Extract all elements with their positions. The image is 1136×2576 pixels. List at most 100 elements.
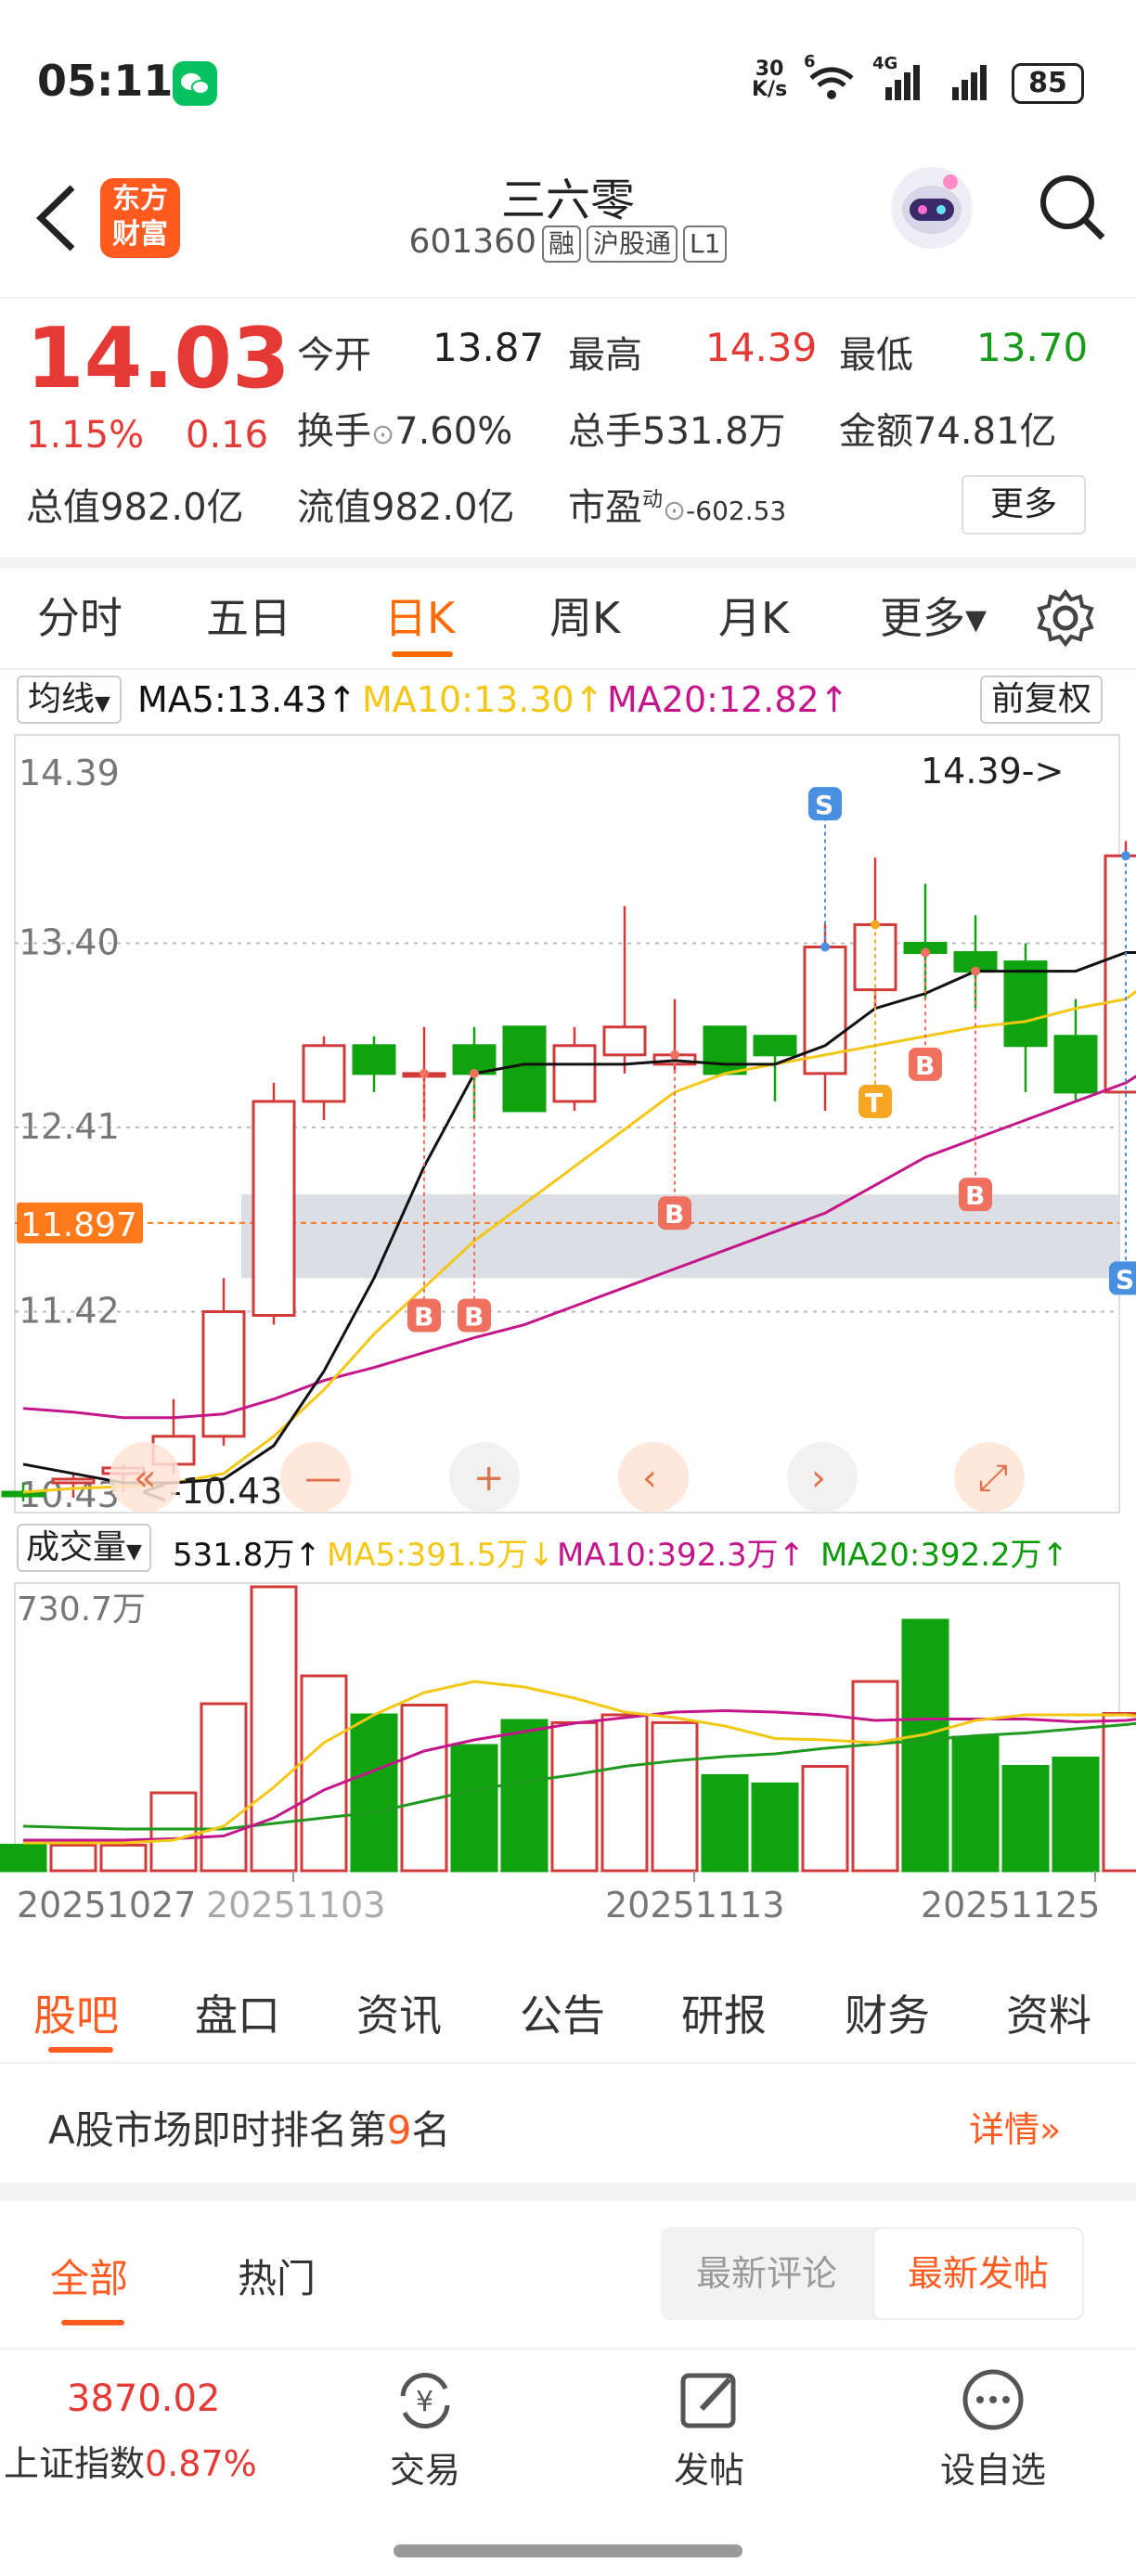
battery-icon: 85 — [1012, 63, 1084, 104]
search-icon[interactable] — [1036, 171, 1110, 249]
more-button[interactable]: 更多 — [962, 475, 1086, 535]
rank-prefix: A股市场即时排名第 — [48, 2107, 387, 2153]
signal-dot — [670, 1050, 679, 1060]
pe-value: -602.53 — [686, 496, 787, 526]
rank-detail-label: 详情 — [969, 2109, 1040, 2150]
low-value: 13.70 — [976, 325, 1089, 370]
amount-value: 74.81亿 — [913, 410, 1057, 453]
signal-label-B: B — [414, 1302, 433, 1333]
settings-gear-icon[interactable] — [1036, 588, 1095, 651]
float-label: 流值 — [297, 486, 371, 529]
rank-number: 9 — [386, 2107, 412, 2153]
nav-watchlist[interactable]: 设自选 — [937, 2368, 1049, 2492]
tag-level: L1 — [683, 225, 728, 263]
max-price-label: 14.39-> — [921, 751, 1064, 792]
volume-legend-row: 成交量▼ 531.8万↑ MA5:391.5万↓ MA10:392.3万↑ MA… — [0, 1520, 1136, 1578]
scroll-left-fast-button-glyph: « — [134, 1457, 156, 1500]
amount-row: 金额74.81亿 — [839, 401, 1057, 455]
signal-dot — [971, 966, 980, 976]
pe-info-icon[interactable]: ⊙ — [663, 495, 686, 527]
tab-guba[interactable]: 股吧 — [33, 1982, 119, 2043]
tab-announcements[interactable]: 公告 — [520, 1982, 605, 2043]
volume-bar — [550, 1720, 599, 1873]
index-change: 0.87% — [145, 2443, 257, 2484]
sort-latest-post[interactable]: 最新发帖 — [872, 2227, 1084, 2320]
rank-banner[interactable]: A股市场即时排名第9名 详情» — [0, 2062, 1136, 2201]
sort-latest-comment[interactable]: 最新评论 — [661, 2227, 872, 2320]
rank-detail-link[interactable]: 详情» — [969, 2101, 1061, 2152]
vol-ma10-legend: MA10:392.3万↑ — [557, 1537, 806, 1574]
volume-selector[interactable]: 成交量▼ — [17, 1524, 151, 1572]
nav-post[interactable]: 发帖 — [663, 2368, 755, 2492]
index-value[interactable]: 3870.02 — [67, 2377, 220, 2420]
volume-bar — [300, 1674, 348, 1873]
volume-bar — [600, 1713, 649, 1873]
candle-body — [252, 1100, 296, 1318]
candle-body — [602, 1025, 647, 1057]
volume-value: 531.8万 — [642, 410, 786, 453]
y-tick-label: 14.39 — [19, 753, 120, 793]
tab-all[interactable]: 全部 — [50, 2248, 128, 2304]
candle-body — [1053, 1035, 1098, 1094]
pe-label: 市盈 — [568, 486, 642, 529]
mktcap-row: 总值982.0亿 — [26, 477, 244, 531]
tab-more[interactable]: 更多▾ — [880, 585, 987, 646]
tab-weekly-k[interactable]: 周K — [549, 585, 620, 646]
x-axis-label: 20251027 — [17, 1885, 196, 1926]
tab-intraday[interactable]: 分时 — [37, 585, 123, 646]
ma-selector[interactable]: 均线▼ — [17, 676, 122, 724]
trade-icon-glyph: ¥ — [416, 2386, 433, 2418]
signal-dot — [820, 942, 830, 952]
signal-icon — [947, 58, 1002, 108]
tab-finance[interactable]: 财务 — [845, 1982, 930, 2043]
tab-hot[interactable]: 热门 — [238, 2248, 316, 2304]
tab-news[interactable]: 资讯 — [356, 1982, 442, 2043]
candle-body — [753, 1035, 797, 1057]
price-frame — [14, 734, 1120, 1513]
scroll-left-button-glyph: ‹ — [642, 1457, 657, 1500]
info-icon[interactable]: ⊙ — [371, 419, 394, 451]
volume-label: 总手 — [568, 410, 642, 453]
volume-bar — [500, 1719, 549, 1873]
turnover-label: 换手 — [297, 410, 371, 453]
signal-label-S: S — [815, 790, 833, 820]
rank-suffix: 名 — [411, 2107, 451, 2153]
net-speed: 30 K/s — [752, 59, 787, 100]
robot-avatar-icon[interactable] — [885, 161, 978, 258]
tab-daily-k[interactable]: 日K — [384, 585, 455, 646]
signal-dot — [871, 920, 880, 930]
mktcap-label: 总值 — [26, 486, 100, 529]
high-value: 14.39 — [705, 325, 818, 370]
volume-max-label: 730.7万 — [17, 1591, 146, 1629]
open-label: 今开 — [297, 334, 371, 377]
tab-active-indicator — [392, 651, 453, 657]
tab-five-day[interactable]: 五日 — [206, 585, 291, 646]
dropdown-icon: ▼ — [126, 1540, 142, 1564]
volume-bar — [851, 1680, 899, 1873]
current-price: 14.03 — [26, 310, 290, 407]
quote-panel: 14.03 1.15% 0.16 总值982.0亿 今开 13.87 最高 14… — [0, 299, 1136, 568]
pe-row: 市盈动⊙-602.53 — [568, 477, 786, 531]
volume-bar — [751, 1782, 799, 1873]
y-tick-label: 11.42 — [19, 1291, 120, 1332]
tab-monthly-k[interactable]: 月K — [718, 585, 789, 646]
index-row[interactable]: 上证指数0.87% — [4, 2435, 257, 2486]
pe-sup: 动 — [642, 488, 664, 512]
tab-pankou[interactable]: 盘口 — [195, 1982, 280, 2043]
candle-body — [502, 1025, 547, 1113]
signal-label: 4G — [872, 54, 898, 73]
nav-trade[interactable]: ¥ 交易 — [379, 2368, 471, 2492]
tab-research[interactable]: 研报 — [681, 1982, 767, 2043]
volume-selector-label: 成交量 — [26, 1528, 127, 1566]
candle-body — [352, 1044, 396, 1075]
volume-bar — [1001, 1765, 1050, 1873]
tab-profile[interactable]: 资料 — [1006, 1982, 1091, 2043]
kline-chart[interactable]: 11.89714.3913.4012.4111.4210.43B BBSTBBS1… — [0, 731, 1136, 1956]
wifi-label: 6 — [804, 52, 816, 71]
ma-selector-label: 均线 — [28, 680, 96, 718]
turnover-row: 换手⊙7.60% — [297, 401, 512, 455]
open-value: 13.87 — [432, 325, 545, 370]
vol-ma5-legend: MA5:391.5万↓ — [327, 1537, 555, 1574]
volume-bar — [1102, 1712, 1136, 1873]
adjust-selector[interactable]: 前复权 — [980, 676, 1104, 724]
